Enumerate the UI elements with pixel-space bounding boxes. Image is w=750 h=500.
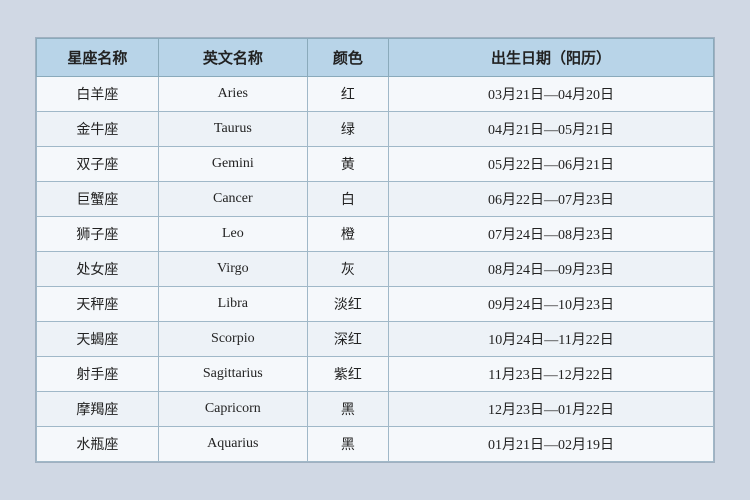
cell-color: 红 bbox=[307, 77, 388, 112]
cell-date: 06月22日—07月23日 bbox=[389, 182, 714, 217]
cell-date: 05月22日—06月21日 bbox=[389, 147, 714, 182]
cell-color: 绿 bbox=[307, 112, 388, 147]
cell-date: 09月24日—10月23日 bbox=[389, 287, 714, 322]
cell-date: 01月21日—02月19日 bbox=[389, 427, 714, 462]
cell-english: Leo bbox=[158, 217, 307, 252]
cell-chinese: 射手座 bbox=[37, 357, 159, 392]
cell-color: 深红 bbox=[307, 322, 388, 357]
cell-chinese: 天蝎座 bbox=[37, 322, 159, 357]
cell-english: Cancer bbox=[158, 182, 307, 217]
table-row: 天秤座Libra淡红09月24日—10月23日 bbox=[37, 287, 714, 322]
cell-chinese: 处女座 bbox=[37, 252, 159, 287]
cell-chinese: 金牛座 bbox=[37, 112, 159, 147]
cell-date: 08月24日—09月23日 bbox=[389, 252, 714, 287]
zodiac-table: 星座名称 英文名称 颜色 出生日期（阳历） 白羊座Aries红03月21日—04… bbox=[36, 38, 714, 462]
table-row: 白羊座Aries红03月21日—04月20日 bbox=[37, 77, 714, 112]
cell-date: 07月24日—08月23日 bbox=[389, 217, 714, 252]
cell-color: 黑 bbox=[307, 392, 388, 427]
cell-english: Aquarius bbox=[158, 427, 307, 462]
table-row: 巨蟹座Cancer白06月22日—07月23日 bbox=[37, 182, 714, 217]
zodiac-table-container: 星座名称 英文名称 颜色 出生日期（阳历） 白羊座Aries红03月21日—04… bbox=[35, 37, 715, 463]
cell-color: 橙 bbox=[307, 217, 388, 252]
cell-chinese: 巨蟹座 bbox=[37, 182, 159, 217]
cell-date: 12月23日—01月22日 bbox=[389, 392, 714, 427]
cell-color: 紫红 bbox=[307, 357, 388, 392]
cell-chinese: 天秤座 bbox=[37, 287, 159, 322]
cell-color: 白 bbox=[307, 182, 388, 217]
cell-color: 淡红 bbox=[307, 287, 388, 322]
cell-english: Capricorn bbox=[158, 392, 307, 427]
cell-date: 11月23日—12月22日 bbox=[389, 357, 714, 392]
table-header-row: 星座名称 英文名称 颜色 出生日期（阳历） bbox=[37, 39, 714, 77]
cell-color: 灰 bbox=[307, 252, 388, 287]
cell-chinese: 摩羯座 bbox=[37, 392, 159, 427]
cell-date: 04月21日—05月21日 bbox=[389, 112, 714, 147]
header-chinese: 星座名称 bbox=[37, 39, 159, 77]
cell-chinese: 狮子座 bbox=[37, 217, 159, 252]
table-row: 天蝎座Scorpio深红10月24日—11月22日 bbox=[37, 322, 714, 357]
table-row: 双子座Gemini黄05月22日—06月21日 bbox=[37, 147, 714, 182]
table-row: 摩羯座Capricorn黑12月23日—01月22日 bbox=[37, 392, 714, 427]
table-row: 水瓶座Aquarius黑01月21日—02月19日 bbox=[37, 427, 714, 462]
cell-english: Scorpio bbox=[158, 322, 307, 357]
cell-date: 03月21日—04月20日 bbox=[389, 77, 714, 112]
cell-english: Virgo bbox=[158, 252, 307, 287]
cell-chinese: 白羊座 bbox=[37, 77, 159, 112]
cell-english: Sagittarius bbox=[158, 357, 307, 392]
cell-english: Taurus bbox=[158, 112, 307, 147]
cell-english: Gemini bbox=[158, 147, 307, 182]
table-row: 金牛座Taurus绿04月21日—05月21日 bbox=[37, 112, 714, 147]
cell-color: 黑 bbox=[307, 427, 388, 462]
header-english: 英文名称 bbox=[158, 39, 307, 77]
cell-date: 10月24日—11月22日 bbox=[389, 322, 714, 357]
cell-english: Aries bbox=[158, 77, 307, 112]
table-row: 狮子座Leo橙07月24日—08月23日 bbox=[37, 217, 714, 252]
header-date: 出生日期（阳历） bbox=[389, 39, 714, 77]
cell-chinese: 水瓶座 bbox=[37, 427, 159, 462]
cell-color: 黄 bbox=[307, 147, 388, 182]
cell-english: Libra bbox=[158, 287, 307, 322]
cell-chinese: 双子座 bbox=[37, 147, 159, 182]
header-color: 颜色 bbox=[307, 39, 388, 77]
table-row: 处女座Virgo灰08月24日—09月23日 bbox=[37, 252, 714, 287]
table-row: 射手座Sagittarius紫红11月23日—12月22日 bbox=[37, 357, 714, 392]
